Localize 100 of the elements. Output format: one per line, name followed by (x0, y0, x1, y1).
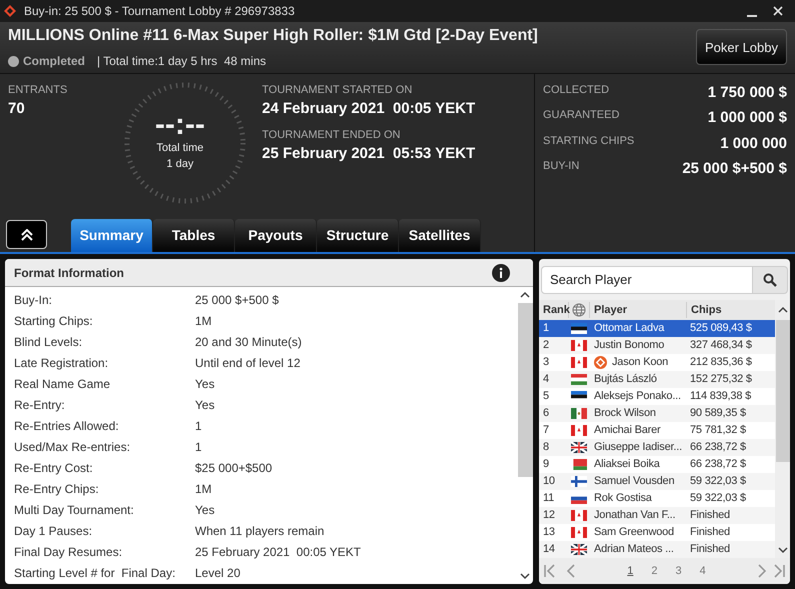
date-label: TOURNAMENT ENDED ON (262, 128, 402, 143)
field-label: Used/Max Re-entries: (14, 438, 132, 456)
player-name: Justin Bonomo (594, 338, 664, 354)
scroll-up-icon[interactable] (778, 306, 788, 314)
timer-ring-icon (123, 80, 247, 205)
scrollbar-thumb[interactable] (518, 303, 532, 477)
info-label: BUY-IN (543, 159, 580, 174)
player-row[interactable]: 10 Samuel Vousden 59 322,03 $ (539, 473, 775, 490)
player-row[interactable]: 8 Giuseppe Iadiser... 66 238,72 $ (539, 439, 775, 456)
rank-cell-text: 12 (542, 508, 556, 524)
timer-caption: Total time (156, 140, 204, 156)
chips-cell-text: 90 589,35 $ (690, 406, 746, 422)
field-label: Starting Level # for Final Day: (14, 564, 176, 582)
chips-cell-text: 66 238,72 $ (690, 457, 746, 472)
field-label: Real Name Game (14, 376, 112, 392)
rank-cell-text: 13 (542, 525, 556, 540)
tournament-title: MILLIONS Online #11 6-Max Super High Roller: $1M Gtd [2-Day Event] (8, 26, 539, 46)
tab[interactable]: Payouts (235, 219, 317, 252)
chips-cell-text: Finished (690, 508, 730, 524)
player-name: Samuel Vousden (594, 474, 674, 490)
collapse-button[interactable] (6, 220, 47, 250)
field-label: Day 1 Pauses: (14, 522, 94, 540)
diamond-logo-icon (4, 4, 16, 17)
chips-cell-text: 66 238,72 $ (690, 440, 746, 456)
field-label: Re-Entry Chips: (14, 480, 100, 498)
player-row[interactable]: 1 Ottomar Ladva 525 089,43 $ (539, 320, 775, 337)
player-name: Aleksejs Ponako... (594, 389, 681, 404)
chips-cell-text: 327 468,34 $ (690, 338, 752, 354)
chips-cell-text: Finished (690, 542, 730, 558)
page-link[interactable]: 4 (700, 562, 706, 580)
player-row[interactable]: 14 Adrian Mateos ... Finished (539, 541, 775, 558)
field-label: Final Day Resumes: (14, 544, 124, 560)
field-label: Buy-In: (14, 292, 54, 308)
info-value: 1 000 000 $ (708, 108, 787, 128)
total-time: | Total time:1 day 5 hrs 48 mins (97, 53, 266, 70)
field-value: 1 (195, 438, 202, 456)
chips-cell-text: 212 835,36 $ (690, 355, 752, 370)
field-label: Re-Entry: (14, 396, 66, 414)
date-value: 25 February 2021 05:53 YEKT (262, 144, 476, 164)
column-header: Rank (539, 302, 569, 318)
player-row[interactable]: 6 Brock Wilson 90 589,35 $ (539, 405, 775, 422)
tab[interactable]: Tables (153, 219, 235, 252)
tab[interactable]: Summary (71, 219, 153, 252)
field-label: Re-Entries Allowed: (14, 418, 120, 434)
field-value: 1 (195, 418, 202, 434)
field-value: Level 20 (195, 564, 240, 582)
entrants-label: ENTRANTS (8, 82, 68, 98)
field-value: 20 and 30 Minute(s) (195, 334, 302, 350)
close-icon[interactable] (773, 6, 783, 16)
player-name: Aliaksei Boika (594, 457, 660, 472)
player-name: Ottomar Ladva (594, 321, 664, 336)
search-button[interactable] (753, 266, 788, 294)
field-value: Until end of level 12 (195, 354, 300, 372)
info-label: COLLECTED (543, 82, 610, 98)
player-row[interactable]: 12 Jonathan Van F... Finished (539, 507, 775, 524)
rank-cell-text: 9 (542, 457, 550, 472)
player-name: Jonathan Van F... (594, 508, 676, 524)
poker-lobby-button[interactable]: Poker Lobby (696, 29, 787, 66)
player-name: Rok Gostisa (594, 491, 652, 506)
window-title: Buy-in: 25 500 $ - Tournament Lobby # 296973833 (24, 2, 296, 20)
chips-cell-text: 59 322,03 $ (690, 491, 746, 506)
scroll-up-icon[interactable] (520, 291, 530, 299)
search-field[interactable]: Search Player (541, 266, 753, 294)
player-name: Brock Wilson (594, 406, 656, 422)
info-value: 25 000 $+500 $ (682, 159, 787, 180)
info-label: GUARANTEED (543, 108, 620, 124)
player-name: Sam Greenwood (594, 525, 674, 540)
rank-cell-text: 5 (542, 389, 550, 404)
date-value: 24 February 2021 00:05 YEKT (262, 99, 476, 120)
rank-cell-text: 1 (542, 321, 550, 336)
entrants-value: 70 (8, 99, 26, 120)
field-value: Yes (195, 376, 215, 392)
player-name: Amichai Barer (594, 423, 660, 438)
page-link[interactable]: 2 (651, 562, 658, 580)
chips-cell-text: 75 781,32 $ (690, 423, 746, 438)
scroll-down-icon[interactable] (778, 546, 788, 554)
rank-cell-text: 3 (542, 355, 550, 370)
scroll-down-icon[interactable] (520, 572, 530, 580)
field-label: Starting Chips: (14, 312, 94, 330)
player-row[interactable]: 4 Bujtás László 152 275,32 $ (539, 371, 775, 388)
rank-cell-text: 4 (542, 372, 550, 388)
player-name: Adrian Mateos ... (594, 542, 674, 558)
timer-days: 1 day (166, 156, 194, 173)
tab[interactable]: Structure (317, 219, 399, 252)
player-row[interactable]: 2 Justin Bonomo 327 468,34 $ (539, 337, 775, 354)
date-label: TOURNAMENT STARTED ON (262, 82, 414, 98)
column-header: Chips (690, 302, 722, 318)
field-label: Late Registration: (14, 354, 110, 372)
scrollbar-thumb[interactable] (776, 320, 790, 462)
chips-cell-text: Finished (690, 525, 730, 540)
field-label: Blind Levels: (14, 334, 84, 350)
player-name: Jason Koon (612, 355, 668, 370)
field-value: 1M (195, 312, 212, 330)
tab[interactable]: Satellites (399, 219, 481, 252)
field-value: $25 000+$500 (195, 460, 272, 476)
info-value: 1 000 000 (720, 134, 787, 154)
page-link[interactable]: 3 (676, 562, 682, 580)
page-link[interactable]: 1 (627, 562, 634, 580)
info-icon[interactable] (492, 264, 510, 282)
chips-cell-text: 114 839,38 $ (690, 389, 752, 404)
